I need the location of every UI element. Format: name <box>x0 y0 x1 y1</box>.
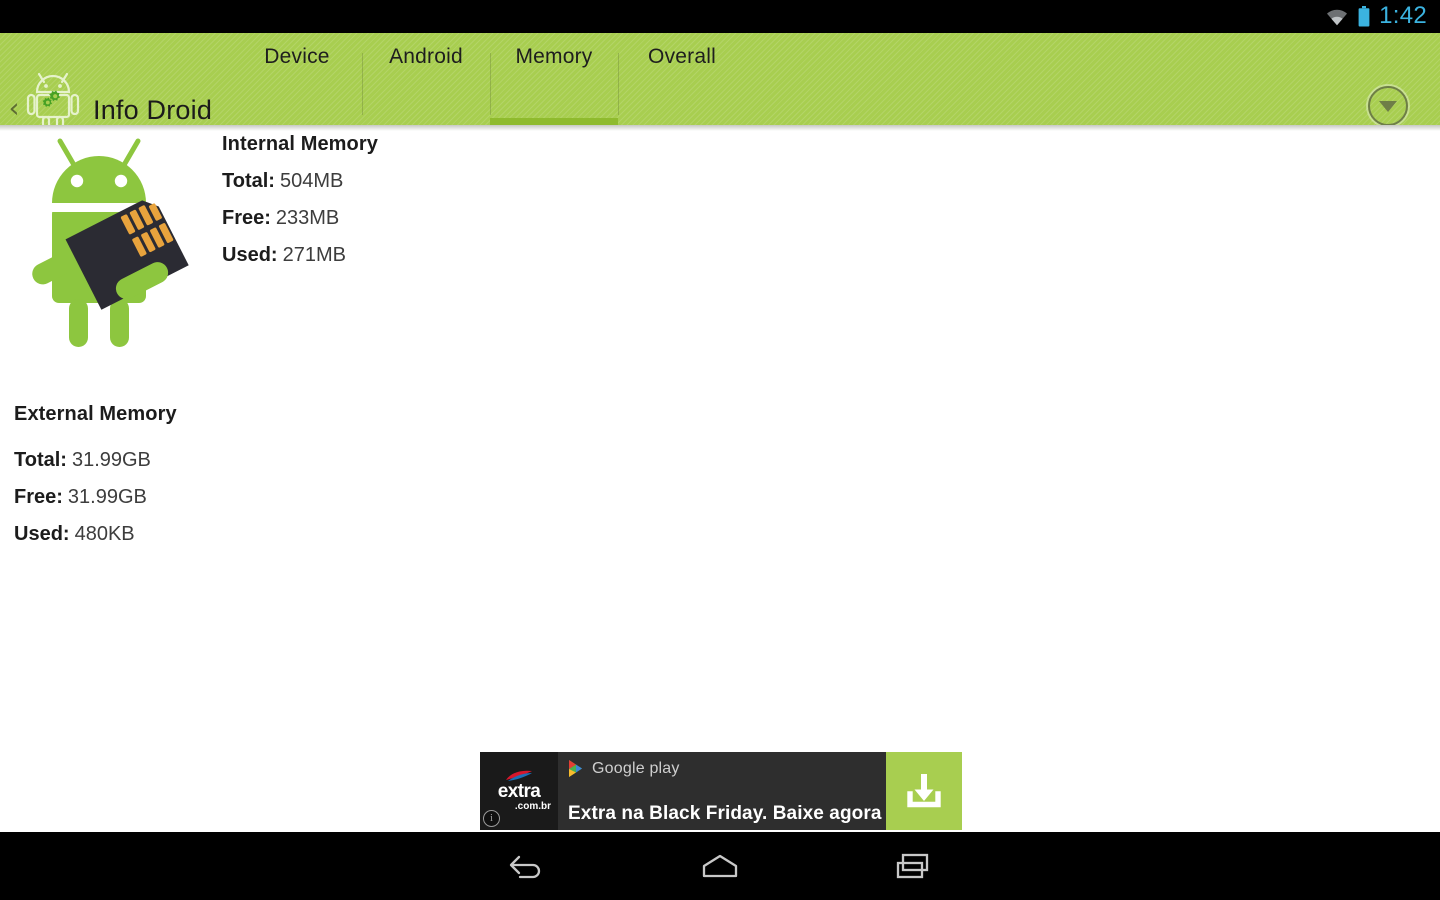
external-memory-total-row: Total: 31.99GB <box>14 449 177 472</box>
internal-memory-block: Internal Memory Total: 504MB Free: 233MB U… <box>222 133 378 281</box>
chevron-down-icon <box>1379 100 1397 112</box>
back-chevron-icon[interactable]: ‹ <box>4 95 24 125</box>
external-memory-total-value: 31.99GB <box>71 449 151 471</box>
internal-memory-total-row: Total: 504MB <box>222 170 378 193</box>
tab-device[interactable]: Device <box>232 33 362 125</box>
nav-back-button[interactable] <box>429 851 623 881</box>
android-robot-holding-sdcard-icon <box>32 138 189 347</box>
status-bar-clock: 1:42 <box>1379 1 1427 29</box>
internal-memory-used-label: Used: <box>222 244 278 266</box>
download-icon <box>907 774 941 808</box>
back-icon <box>509 855 541 879</box>
nav-home-button[interactable] <box>623 851 817 881</box>
android-tablet-screen: 1:42 ‹ Info Droid Device Android Memory … <box>0 0 1440 900</box>
wifi-icon <box>1327 9 1348 25</box>
recents-icon <box>896 853 929 879</box>
tab-device-label: Device <box>264 45 330 68</box>
ad-banner[interactable]: extra .com.br i Google play Extra na Bla… <box>480 752 962 830</box>
battery-icon <box>1358 6 1370 27</box>
status-bar: 1:42 <box>0 0 1440 33</box>
ad-body: Google play Extra na Black Friday. Baixe… <box>558 752 886 830</box>
tab-bar: Device Android Memory Overall <box>232 33 746 125</box>
overflow-dropdown-button[interactable] <box>1368 86 1408 125</box>
external-memory-used-value: 480KB <box>74 523 135 545</box>
internal-memory-used-value: 271MB <box>282 244 346 266</box>
ad-advertiser-domain: .com.br <box>514 801 551 812</box>
internal-memory-total-label: Total: <box>222 170 275 192</box>
action-bar: ‹ Info Droid Device Android Memory Overa… <box>0 33 1440 125</box>
external-memory-free-row: Free: 31.99GB <box>14 486 177 509</box>
internal-memory-free-label: Free: <box>222 207 271 229</box>
ad-advertiser-logo: extra .com.br i <box>480 752 558 830</box>
internal-memory-free-row: Free: 233MB <box>222 207 378 230</box>
navigation-bar <box>0 832 1440 900</box>
external-memory-used-label: Used: <box>14 523 70 545</box>
app-icon-android-gears <box>26 72 80 125</box>
google-play-icon <box>569 760 582 777</box>
internal-memory-free-value: 233MB <box>275 207 340 229</box>
tab-overall[interactable]: Overall <box>618 33 746 125</box>
external-memory-total-label: Total: <box>14 449 67 471</box>
external-memory-used-row: Used: 480KB <box>14 523 177 546</box>
external-memory-title: External Memory <box>14 403 177 425</box>
ad-store-name: Google play <box>592 759 680 777</box>
memory-tab-content: Internal Memory Total: 504MB Free: 233MB U… <box>0 131 1440 751</box>
app-title: Info Droid <box>93 95 213 125</box>
internal-memory-used-row: Used: 271MB <box>222 244 378 267</box>
tab-memory[interactable]: Memory <box>490 33 618 125</box>
ad-info-icon[interactable]: i <box>483 810 500 827</box>
external-memory-block: External Memory Total: 31.99GB Free: 31.99… <box>14 403 177 560</box>
tab-android-label: Android <box>389 45 463 68</box>
status-bar-icons: 1:42 <box>1325 1 1427 29</box>
ad-download-button[interactable] <box>886 752 962 830</box>
internal-memory-total-value: 504MB <box>279 170 344 192</box>
ad-advertiser-name: extra <box>497 781 541 802</box>
tab-android[interactable]: Android <box>362 33 490 125</box>
home-icon <box>702 854 738 878</box>
nav-recents-button[interactable] <box>817 851 1011 881</box>
tab-memory-label: Memory <box>515 45 593 68</box>
tab-overall-label: Overall <box>648 45 716 68</box>
external-memory-free-label: Free: <box>14 486 63 508</box>
ad-headline: Extra na Black Friday. Baixe agora <box>568 803 882 824</box>
ad-store-row: Google play <box>568 759 886 778</box>
internal-memory-title: Internal Memory <box>222 133 378 155</box>
external-memory-free-value: 31.99GB <box>67 486 147 508</box>
